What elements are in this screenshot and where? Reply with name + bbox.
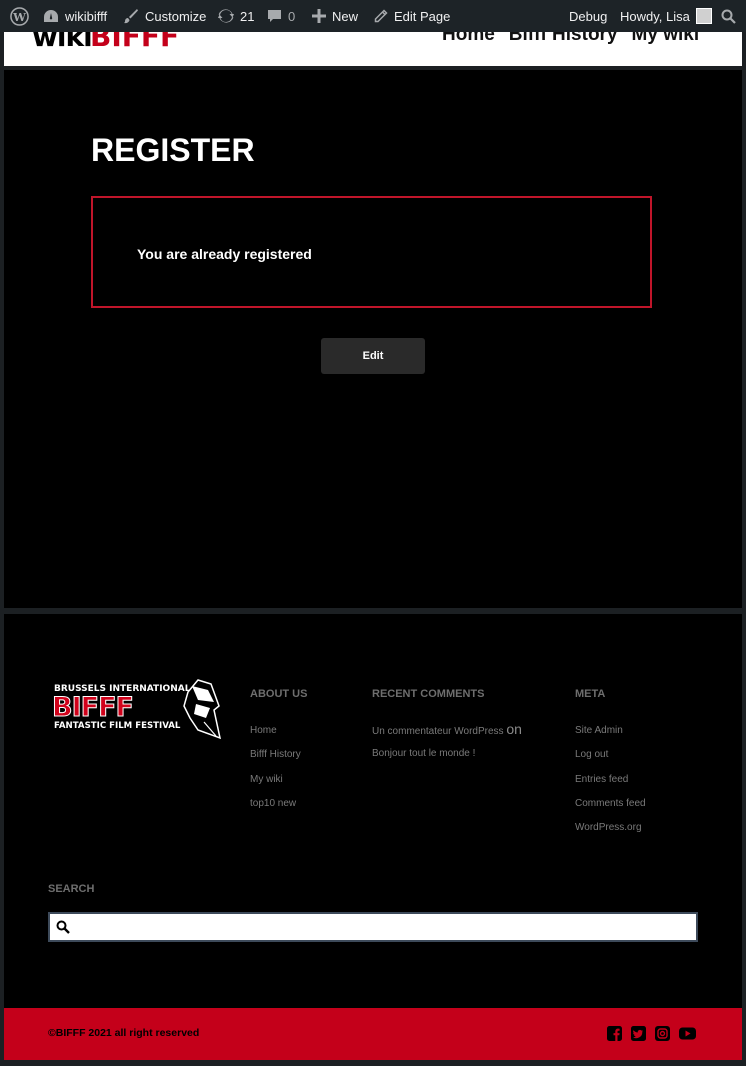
main-content: REGISTER You are already registered Edit xyxy=(4,70,742,608)
updates-count: 21 xyxy=(240,8,255,24)
meta-link-entries-feed[interactable]: Entries feed xyxy=(575,774,628,785)
plus-icon xyxy=(312,9,326,23)
list-item: Comments feed xyxy=(575,797,646,821)
logo-word: BIFFF xyxy=(52,692,133,723)
meta-link-log-out[interactable]: Log out xyxy=(575,749,608,760)
comment-bubble-icon xyxy=(268,9,281,22)
edit-page-label: Edit Page xyxy=(394,8,451,24)
notice-text: You are already registered xyxy=(137,246,312,262)
howdy-label: Howdy, Lisa xyxy=(620,8,690,24)
comment-post-link[interactable]: Bonjour tout le monde ! xyxy=(372,747,475,761)
footer-link-home[interactable]: Home xyxy=(250,725,277,736)
paintbrush-icon xyxy=(124,9,138,24)
comments-count: 0 xyxy=(288,8,296,24)
main-navigation: Home Bifff History My wiki xyxy=(442,32,699,46)
bifff-festival-logo[interactable]: BRUSSELS INTERNATIONAL BIFFF FANTASTIC F… xyxy=(48,678,224,748)
nav-home[interactable]: Home xyxy=(442,32,495,46)
search-form xyxy=(48,912,698,942)
copyright-bar: ©BIFFF 2021 all right reserved xyxy=(4,1008,742,1060)
debug-label: Debug xyxy=(569,8,608,24)
list-item: My wiki xyxy=(250,773,301,797)
admin-bar: W wikibifff Customize 21 0 New Edit Page… xyxy=(0,0,746,32)
dashboard-icon xyxy=(44,10,58,22)
about-us-list: Home Bifff History My wiki top10 new xyxy=(250,724,301,821)
wordpress-logo-icon[interactable]: W xyxy=(10,0,29,32)
footer-link-top10-new[interactable]: top10 new xyxy=(250,798,296,809)
social-links xyxy=(607,1026,696,1041)
adminbar-search-icon[interactable] xyxy=(721,0,736,32)
list-item: WordPress.org xyxy=(575,821,646,845)
nav-my-wiki[interactable]: My wiki xyxy=(632,32,700,46)
about-us-title: ABOUT US xyxy=(250,688,308,700)
search-title: SEARCH xyxy=(48,883,95,895)
youtube-icon[interactable] xyxy=(679,1026,696,1041)
recent-comments-title: RECENT COMMENTS xyxy=(372,688,485,700)
debug-menu[interactable]: Debug xyxy=(569,0,607,32)
edit-button[interactable]: Edit xyxy=(321,338,425,374)
pencil-icon xyxy=(374,8,388,22)
list-item: Entries feed xyxy=(575,773,646,797)
site-name-label: wikibifff xyxy=(65,8,108,24)
footer-link-my-wiki[interactable]: My wiki xyxy=(250,774,283,785)
list-item: top10 new xyxy=(250,797,301,821)
comments-menu[interactable]: 0 xyxy=(267,0,295,32)
updates-menu[interactable]: 21 xyxy=(218,0,254,32)
recent-comments-list: Un commentateur WordPress on Bonjour tou… xyxy=(372,722,522,761)
copyright-text: ©BIFFF 2021 all right reserved xyxy=(48,1027,200,1039)
page-title: REGISTER xyxy=(91,132,255,168)
customize-menu[interactable]: Customize xyxy=(123,0,206,32)
meta-list: Site Admin Log out Entries feed Comments… xyxy=(575,724,646,845)
site-footer: BRUSSELS INTERNATIONAL BIFFF FANTASTIC F… xyxy=(4,614,742,1008)
search-input[interactable] xyxy=(78,914,692,942)
updates-icon xyxy=(218,9,234,23)
edit-page-menu[interactable]: Edit Page xyxy=(373,0,450,32)
list-item: Log out xyxy=(575,748,646,772)
footer-link-bifff-history[interactable]: Bifff History xyxy=(250,749,301,760)
svg-text:W: W xyxy=(12,9,26,23)
list-item: Un commentateur WordPress on Bonjour tou… xyxy=(372,722,522,761)
site-header: wiki BIFFF Home Bifff History My wiki xyxy=(4,32,742,66)
search-icon[interactable] xyxy=(56,920,70,934)
list-item: Site Admin xyxy=(575,724,646,748)
list-item: Home xyxy=(250,724,301,748)
comment-author-link[interactable]: Un commentateur WordPress xyxy=(372,726,504,737)
registration-notice: You are already registered xyxy=(91,196,652,308)
site-name-menu[interactable]: wikibifff xyxy=(43,0,107,32)
meta-title: META xyxy=(575,688,606,700)
instagram-icon[interactable] xyxy=(655,1026,670,1041)
comment-on-label: on xyxy=(506,721,522,737)
site-logo-wiki[interactable]: wiki xyxy=(32,32,93,53)
facebook-icon[interactable] xyxy=(607,1026,622,1041)
list-item: Bifff History xyxy=(250,748,301,772)
site-logo-bifff[interactable]: BIFFF xyxy=(90,32,179,53)
customize-label: Customize xyxy=(145,8,207,24)
meta-link-wordpress-org[interactable]: WordPress.org xyxy=(575,822,642,833)
new-label: New xyxy=(332,8,359,24)
logo-line2: FANTASTIC FILM FESTIVAL xyxy=(54,721,181,731)
my-account-menu[interactable]: Howdy, Lisa xyxy=(620,0,712,32)
meta-link-site-admin[interactable]: Site Admin xyxy=(575,725,623,736)
meta-link-comments-feed[interactable]: Comments feed xyxy=(575,798,646,809)
nav-bifff-history[interactable]: Bifff History xyxy=(509,32,618,46)
new-content-menu[interactable]: New xyxy=(312,0,358,32)
avatar xyxy=(695,8,712,24)
twitter-icon[interactable] xyxy=(631,1026,646,1041)
